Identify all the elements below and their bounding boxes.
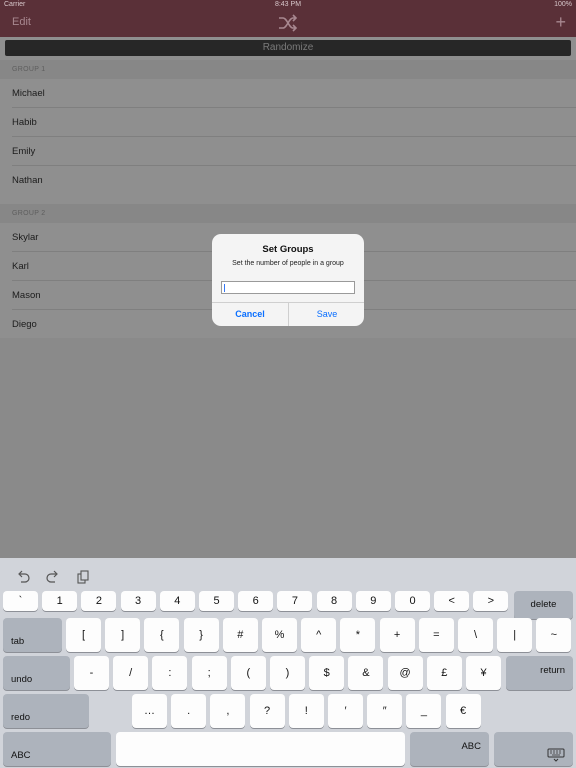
key[interactable]: ) (270, 656, 305, 690)
key[interactable]: + (379, 618, 415, 652)
tab-key[interactable]: tab (3, 618, 62, 652)
key[interactable]: \ (458, 618, 493, 652)
undo-key[interactable]: undo (3, 656, 70, 690)
key[interactable]: } (183, 618, 219, 652)
key[interactable]: ! (288, 694, 324, 728)
dialog-message: Set the number of people in a group (232, 260, 344, 267)
key[interactable]: 2 (81, 591, 117, 611)
cancel-button[interactable]: Cancel (212, 303, 288, 326)
key[interactable]: ~ (536, 618, 572, 652)
key[interactable]: { (144, 618, 180, 652)
key[interactable]: 0 (395, 591, 430, 611)
redo-label: redo (11, 712, 31, 723)
key[interactable]: 4 (159, 591, 195, 611)
key[interactable]: / (113, 656, 149, 690)
key[interactable]: % (262, 618, 297, 652)
key[interactable]: ? (249, 694, 285, 728)
key[interactable]: < (434, 591, 470, 611)
dialog-title: Set Groups (262, 244, 314, 255)
tab-label: tab (11, 636, 25, 647)
undo-label: undo (11, 674, 33, 685)
redo-key[interactable]: redo (3, 694, 89, 728)
abc-label: ABC (461, 741, 481, 752)
key[interactable]: … (132, 694, 167, 728)
key[interactable]: , (210, 694, 246, 728)
key[interactable]: | (497, 618, 533, 652)
key[interactable]: 9 (355, 591, 391, 611)
abc-key-left[interactable]: ABC (3, 732, 111, 766)
key[interactable]: $ (309, 656, 345, 690)
member-name: Diego (12, 319, 37, 330)
clock: 8:43 PM (274, 1, 302, 8)
key[interactable]: £ (426, 656, 462, 690)
key[interactable]: = (418, 618, 454, 652)
randomize-button[interactable]: Randomize (5, 40, 571, 56)
return-label: return (540, 665, 565, 676)
key[interactable]: 3 (120, 591, 156, 611)
group-size-input[interactable] (221, 281, 355, 294)
key[interactable]: > (473, 591, 509, 611)
dismiss-keyboard-key[interactable] (494, 732, 573, 766)
key[interactable]: _ (406, 694, 442, 728)
key[interactable]: ] (105, 618, 141, 652)
member-name: Michael (12, 88, 45, 99)
key[interactable]: 5 (199, 591, 234, 611)
member-name: Skylar (12, 232, 39, 243)
key[interactable]: 6 (238, 591, 274, 611)
list-item[interactable]: Michael (0, 79, 576, 108)
key[interactable]: ( (230, 656, 266, 690)
add-button[interactable]: + (555, 13, 566, 31)
key[interactable]: ′ (328, 694, 363, 728)
status-bar: Carrier 8:43 PM 100% (0, 0, 576, 10)
abc-key-right[interactable]: ABC (410, 732, 489, 766)
key[interactable]: 1 (42, 591, 78, 611)
group-1-header: GROUP 1 (0, 60, 576, 79)
abc-label: ABC (11, 750, 31, 761)
member-name: Mason (12, 290, 41, 301)
key[interactable]: [ (66, 618, 101, 652)
nav-bar: Edit + (0, 10, 576, 37)
redo-icon[interactable] (46, 570, 60, 584)
undo-icon[interactable] (16, 570, 30, 584)
member-name: Habib (12, 117, 37, 128)
key[interactable]: . (171, 694, 207, 728)
key[interactable]: : (152, 656, 188, 690)
key[interactable]: ″ (367, 694, 403, 728)
member-name: Karl (12, 261, 29, 272)
key[interactable]: - (74, 656, 109, 690)
list-item[interactable]: Emily (0, 137, 576, 166)
keyboard: ` 1 2 3 4 5 6 7 8 9 0 < > delete tab []{} #% ^ * + = \ | ~ u… (0, 558, 576, 768)
key[interactable]: # (222, 618, 258, 652)
edit-button[interactable]: Edit (12, 16, 31, 28)
list-item[interactable]: Habib (0, 108, 576, 137)
keyboard-dismiss-icon (547, 748, 565, 762)
empty-area (0, 338, 576, 558)
key[interactable]: ¥ (466, 656, 501, 690)
text-cursor (224, 284, 225, 292)
key[interactable]: 7 (277, 591, 313, 611)
key[interactable]: ` (3, 591, 38, 611)
delete-key[interactable]: delete (514, 591, 573, 619)
key[interactable]: 8 (316, 591, 352, 611)
save-button[interactable]: Save (289, 303, 364, 326)
set-groups-dialog: Set Groups Set the number of people in a… (212, 234, 364, 326)
space-key[interactable] (116, 732, 405, 766)
member-name: Emily (12, 146, 36, 157)
key[interactable]: € (445, 694, 481, 728)
list-item[interactable]: Nathan (0, 166, 576, 195)
battery-level: 100% (554, 1, 572, 8)
member-name: Nathan (12, 175, 43, 186)
key[interactable]: ^ (301, 618, 337, 652)
key[interactable]: ; (191, 656, 227, 690)
paste-icon[interactable] (76, 570, 90, 584)
key[interactable]: @ (387, 656, 423, 690)
shuffle-icon[interactable] (278, 14, 298, 32)
key[interactable]: * (340, 618, 376, 652)
group-2-header: GROUP 2 (0, 204, 576, 223)
key[interactable]: & (348, 656, 384, 690)
return-key[interactable]: return (506, 656, 573, 690)
